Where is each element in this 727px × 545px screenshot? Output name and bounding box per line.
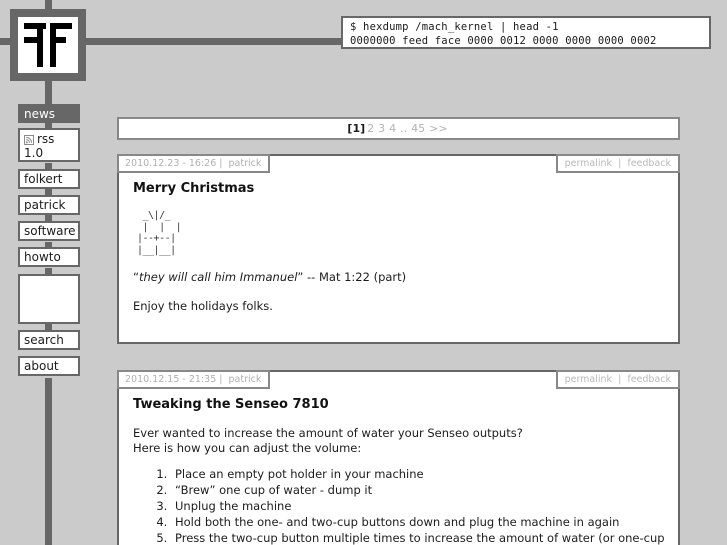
sidebar-item-label: search xyxy=(24,333,64,347)
connector-horizontal-right xyxy=(84,38,344,45)
list-item: Hold both the one- and two-cup buttons d… xyxy=(171,514,666,530)
sidebar-item-about[interactable]: about xyxy=(18,356,80,376)
site-logo[interactable] xyxy=(10,9,86,81)
connector-vertical-logo-to-nav xyxy=(45,79,52,107)
list-item: “Brew” one cup of water - dump it xyxy=(171,482,666,498)
post-tweaking-senseo: 2010.12.15 - 21:35 | patrick permalink |… xyxy=(117,370,680,545)
post-title: Merry Christmas xyxy=(133,181,255,196)
senseo-steps-list: Place an empty pot holder in your machin… xyxy=(131,466,666,545)
pagination-ellipsis: .. xyxy=(400,122,408,135)
page-root: $ hexdump /mach_kernel | head -1 0000000… xyxy=(0,0,727,545)
terminal-banner: $ hexdump /mach_kernel | head -1 0000000… xyxy=(341,16,711,49)
sidebar-item-news[interactable]: news xyxy=(18,104,80,123)
sidebar-item-blank[interactable] xyxy=(18,274,80,324)
sidebar-item-label: software xyxy=(24,224,76,238)
post-closing: Enjoy the holidays folks. xyxy=(133,299,273,313)
pagination-page-2[interactable]: 2 xyxy=(367,122,374,135)
post-intro-line-2: Here is how you can adjust the volume: xyxy=(133,441,362,455)
post-merry-christmas: 2010.12.23 - 16:26 | patrick permalink |… xyxy=(117,154,680,344)
pagination-page-3[interactable]: 3 xyxy=(378,122,385,135)
pagination-page-45[interactable]: 45 xyxy=(411,122,425,135)
sidebar-item-folkert[interactable]: folkert xyxy=(18,169,80,189)
post-quote: “they will call him Immanuel” -- Mat 1:2… xyxy=(133,270,666,285)
link-separator: | xyxy=(618,158,622,169)
post-date: 2010.12.15 - 21:35 | xyxy=(125,374,223,385)
post-meta: 2010.12.15 - 21:35 | patrick xyxy=(117,370,271,389)
logo-inner xyxy=(18,17,78,73)
sidebar-item-label: folkert xyxy=(24,172,63,186)
sidebar-item-rss[interactable]: rss 1.0 xyxy=(18,128,80,162)
feedback-link[interactable]: feedback xyxy=(627,158,671,169)
list-item: Place an empty pot holder in your machin… xyxy=(171,466,666,482)
sidebar-item-patrick[interactable]: patrick xyxy=(18,195,80,215)
terminal-line-command: $ hexdump /mach_kernel | head -1 xyxy=(350,21,559,33)
feedback-link[interactable]: feedback xyxy=(627,374,671,385)
rss-icon xyxy=(24,134,34,145)
post-body: Tweaking the Senseo 7810 Ever wanted to … xyxy=(119,372,678,545)
pagination-next[interactable]: >> xyxy=(429,122,447,135)
post-links: permalink | feedback xyxy=(555,154,680,173)
sidebar-item-label: news xyxy=(24,107,56,121)
sidebar-item-label: patrick xyxy=(24,198,66,212)
post-title: Tweaking the Senseo 7810 xyxy=(133,397,329,412)
post-links: permalink | feedback xyxy=(555,370,680,389)
sidebar-item-search[interactable]: search xyxy=(18,330,80,350)
pagination[interactable]: [1] 2 3 4.. 45 >> xyxy=(117,117,680,140)
terminal-line-output: 0000000 feed face 0000 0012 0000 0000 00… xyxy=(350,35,657,47)
sidebar-item-software[interactable]: software xyxy=(18,221,80,241)
post-intro-line-1: Ever wanted to increase the amount of wa… xyxy=(133,426,523,440)
quote-text: they will call him Immanuel xyxy=(138,270,298,284)
quote-attribution: ” -- Mat 1:22 (part) xyxy=(297,270,407,284)
post-date: 2010.12.23 - 16:26 | xyxy=(125,158,223,169)
post-author[interactable]: patrick xyxy=(229,158,262,169)
rss-version: 1.0 xyxy=(24,146,44,160)
sidebar-item-label: rss xyxy=(37,132,55,146)
permalink-link[interactable]: permalink xyxy=(565,374,613,385)
post-body: Merry Christmas _\|/_ | | | |--+--| |__|… xyxy=(119,156,678,324)
list-item: Unplug the machine xyxy=(171,498,666,514)
pagination-page-4[interactable]: 4 xyxy=(389,122,396,135)
link-separator: | xyxy=(618,374,622,385)
list-item: Press the two-cup button multiple times … xyxy=(171,530,666,545)
connector-vertical-bottom xyxy=(45,378,52,545)
rss-line: rss xyxy=(24,132,74,146)
post-author[interactable]: patrick xyxy=(229,374,262,385)
ascii-art-christmas: _\|/_ | | | |--+--| |__|__| xyxy=(137,210,182,256)
post-meta: 2010.12.23 - 16:26 | patrick xyxy=(117,154,271,173)
sidebar-item-label: about xyxy=(24,359,59,373)
sidebar-item-howto[interactable]: howto xyxy=(18,247,80,267)
ff-logo-icon xyxy=(24,23,72,67)
permalink-link[interactable]: permalink xyxy=(565,158,613,169)
sidebar-item-label: howto xyxy=(24,250,61,264)
pagination-current: [1] xyxy=(347,122,366,135)
